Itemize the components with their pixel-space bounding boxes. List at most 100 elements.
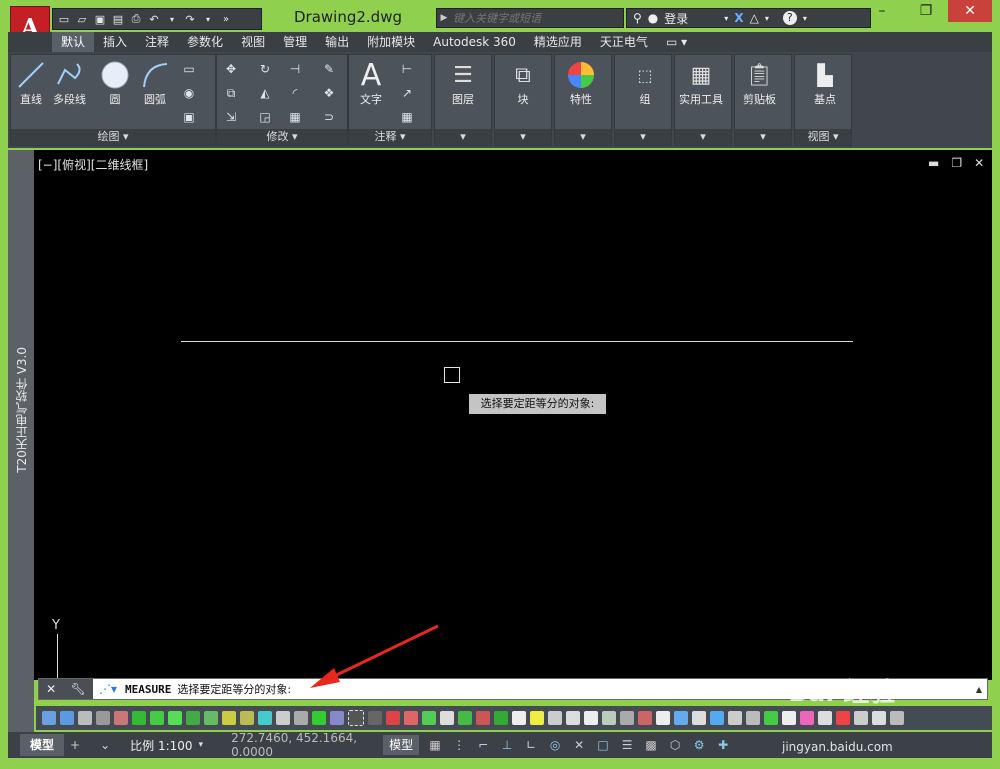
toolbar-icon[interactable]	[566, 711, 580, 725]
utilities-panel-expander[interactable]: ▾	[675, 129, 731, 145]
viewport-close-icon[interactable]: ✕	[974, 156, 984, 170]
toolbar-icon[interactable]	[476, 711, 490, 725]
toolbar-icon[interactable]	[854, 711, 868, 725]
model-layout-tab[interactable]: 模型	[20, 734, 65, 756]
toolbar-icon[interactable]	[96, 711, 110, 725]
user-icon[interactable]: ●	[648, 11, 658, 25]
grid-icon[interactable]: ▦	[427, 737, 443, 753]
toolbar-icon[interactable]	[746, 711, 760, 725]
tab-parametric[interactable]: 参数化	[178, 32, 232, 52]
command-close-icon[interactable]: ✕	[46, 682, 56, 696]
draw-panel-title[interactable]: 绘图 ▾	[11, 129, 215, 145]
print-icon[interactable]: ⎙	[129, 12, 143, 26]
modify-panel-title[interactable]: 修改 ▾	[217, 129, 347, 145]
tab-default[interactable]: 默认	[52, 32, 95, 52]
stretch-icon[interactable]: ⇲	[223, 109, 239, 125]
lineweight-icon[interactable]: ☰	[619, 737, 635, 753]
circle-button[interactable]: 圆	[99, 59, 131, 107]
toolbar-icon[interactable]	[512, 711, 526, 725]
copy-icon[interactable]: ⧉	[223, 85, 239, 101]
clipboard-panel-expander[interactable]: ▾	[735, 129, 791, 145]
redo-icon[interactable]: ↷	[183, 12, 197, 26]
toolbar-icon[interactable]	[204, 711, 218, 725]
toolbar-icon[interactable]	[330, 711, 344, 725]
more-icon[interactable]: »	[219, 12, 233, 26]
close-button[interactable]: ✕	[948, 0, 992, 22]
toolbar-icon[interactable]	[258, 711, 272, 725]
viewport-controls[interactable]: [−][俯视][二维线框]	[38, 156, 148, 173]
toolbar-icon[interactable]	[494, 711, 508, 725]
toolbar-icon[interactable]	[656, 711, 670, 725]
polar-icon[interactable]: ◎	[547, 737, 563, 753]
tab-autodesk360[interactable]: Autodesk 360	[424, 32, 525, 52]
dimension-icon[interactable]: ⊢	[399, 61, 415, 77]
array-icon[interactable]: ▦	[287, 109, 303, 125]
workspace-icon[interactable]: ⚙	[691, 737, 707, 753]
block-panel-expander[interactable]: ▾	[495, 129, 551, 145]
open-icon[interactable]: ▱	[75, 12, 89, 26]
scale-icon[interactable]: ◲	[257, 109, 273, 125]
leader-icon[interactable]: ↗	[399, 85, 415, 101]
line-button[interactable]: 直线	[15, 59, 47, 107]
toolbar-icon[interactable]	[692, 711, 706, 725]
toolbar-icon[interactable]	[890, 711, 904, 725]
tab-view[interactable]: 视图	[232, 32, 274, 52]
trim-icon[interactable]: ⊣	[287, 61, 303, 77]
toolbar-icon[interactable]	[782, 711, 796, 725]
annotation-visibility-icon[interactable]: ⬡	[667, 737, 683, 753]
rotate-icon[interactable]: ↻	[257, 61, 273, 77]
login-button[interactable]: 登录	[664, 10, 688, 27]
tab-output[interactable]: 输出	[316, 32, 358, 52]
toolbar-icon[interactable]	[78, 711, 92, 725]
toolbar-icon[interactable]	[168, 711, 182, 725]
clipboard-button[interactable]: 📋︎ 剪贴板	[743, 59, 776, 107]
toolbar-icon[interactable]	[348, 710, 364, 726]
undo-dropdown-icon[interactable]: ▾	[165, 12, 179, 26]
group-panel-expander[interactable]: ▾	[615, 129, 671, 145]
toolbar-icon[interactable]	[710, 711, 724, 725]
toolbar-icon[interactable]	[836, 711, 850, 725]
group-button[interactable]: ⬚ 组	[629, 59, 661, 107]
toolbar-icon[interactable]	[42, 711, 56, 725]
annotation-monitor-icon[interactable]: ✚	[715, 737, 731, 753]
properties-button[interactable]: 特性	[565, 59, 597, 107]
drawing-canvas[interactable]	[34, 150, 992, 680]
toolbar-icon[interactable]	[132, 711, 146, 725]
toolbar-icon[interactable]	[872, 711, 886, 725]
annotation-scale[interactable]: 比例 1:100	[130, 737, 192, 754]
toolbar-icon[interactable]	[800, 711, 814, 725]
toolbar-icon[interactable]	[276, 711, 290, 725]
move-icon[interactable]: ✥	[223, 61, 239, 77]
toolbar-icon[interactable]	[728, 711, 742, 725]
arc-button[interactable]: 圆弧	[139, 59, 171, 107]
viewport-minimize-icon[interactable]: ▬	[928, 156, 939, 170]
toolbar-icon[interactable]	[150, 711, 164, 725]
table-icon[interactable]: ▦	[399, 109, 415, 125]
add-layout-icon[interactable]: +	[64, 738, 86, 752]
dynamic-ucs-icon[interactable]: ⊥	[499, 737, 515, 753]
view-panel-title[interactable]: 视图 ▾	[795, 129, 851, 145]
search-input[interactable]	[451, 10, 623, 26]
toolbar-icon[interactable]	[60, 711, 74, 725]
scale-dropdown-icon[interactable]: ▾	[199, 740, 204, 750]
toolbar-icon[interactable]	[620, 711, 634, 725]
infer-icon[interactable]: ⌐	[475, 737, 491, 753]
toolbar-icon[interactable]	[764, 711, 778, 725]
toolbar-icon[interactable]	[222, 711, 236, 725]
command-history-icon[interactable]: ▲	[971, 685, 987, 694]
tab-addins[interactable]: 附加模块	[358, 32, 424, 52]
transparency-icon[interactable]: ▩	[643, 737, 659, 753]
annotation-panel-title[interactable]: 注释 ▾	[349, 129, 431, 145]
snap-icon[interactable]: ⋮	[451, 737, 467, 753]
minimize-button[interactable]: –	[860, 0, 904, 22]
toolbar-icon[interactable]	[386, 711, 400, 725]
utilities-button[interactable]: ▦ 实用工具	[679, 59, 723, 107]
properties-panel-expander[interactable]: ▾	[555, 129, 611, 145]
exchange-icon[interactable]: X	[734, 11, 743, 25]
binoculars-icon[interactable]: ⚲	[633, 11, 642, 25]
toolbar-icon[interactable]	[186, 711, 200, 725]
maximize-button[interactable]: ❐	[904, 0, 948, 22]
toolbar-icon[interactable]	[818, 711, 832, 725]
toolbar-icon[interactable]	[674, 711, 688, 725]
tab-featured-apps[interactable]: 精选应用	[525, 32, 591, 52]
